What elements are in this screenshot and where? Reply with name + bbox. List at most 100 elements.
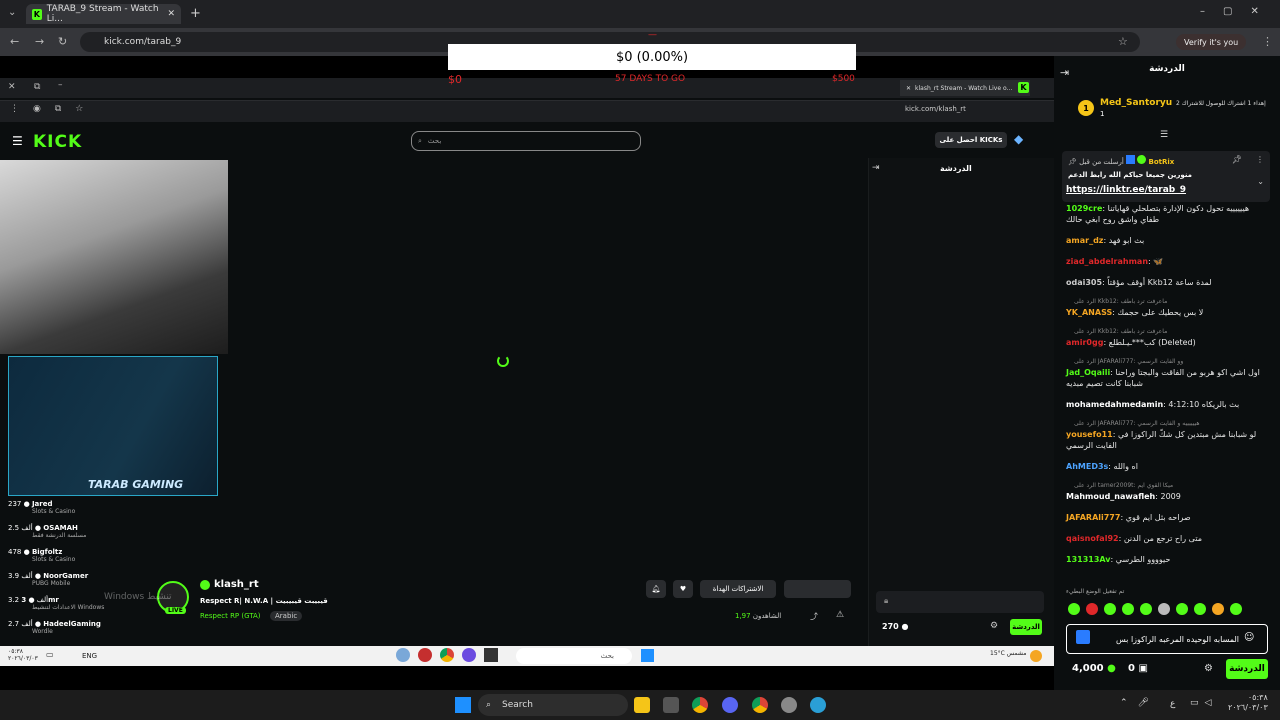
chat-username[interactable]: mohamedahmedamin <box>1066 400 1163 409</box>
chat-username[interactable]: ziad_abdelrahman <box>1066 257 1148 266</box>
inner-tab-close-icon[interactable]: ✕ <box>906 85 911 92</box>
emote-icon[interactable] <box>1140 603 1152 615</box>
right-chat-send-button[interactable]: الدردشة <box>1226 659 1268 679</box>
chat-message[interactable]: JAFARAli777: صراحه بثل ايم قوي <box>1066 512 1266 523</box>
unpin-icon[interactable]: 📌︎ <box>1232 155 1242 164</box>
hamburger-icon[interactable]: ☰ <box>12 134 23 148</box>
chrome-active-icon[interactable] <box>752 697 768 713</box>
store-icon[interactable] <box>663 697 679 713</box>
chat-username[interactable]: qaisnofal92 <box>1066 534 1119 543</box>
emote-icon[interactable] <box>1068 603 1080 615</box>
inner-tray-icons[interactable]: ▭ <box>46 650 58 659</box>
chat-username[interactable]: amir0gg <box>1066 338 1103 347</box>
chat-message[interactable]: amir0gg: كب***ـيـلطلع (Deleted) <box>1066 337 1266 348</box>
inner-nav-icons[interactable]: ⋮◉⧉☆ <box>10 104 97 114</box>
start-menu-icon[interactable] <box>455 697 471 713</box>
chat-username[interactable]: 1029cre <box>1066 204 1102 213</box>
file-explorer-icon[interactable] <box>634 697 650 713</box>
window-controls[interactable]: –▢✕ <box>1200 6 1277 17</box>
pinned-link[interactable]: https://linktr.ee/tarab_9 <box>1066 185 1186 195</box>
verify-button[interactable]: Verify it's you <box>1176 34 1247 50</box>
report-icon[interactable]: ⚠ <box>836 610 844 620</box>
inner-url-field[interactable]: kick.com/klash_rt <box>905 105 966 113</box>
gift-subs-button[interactable]: الاشتراكات الهداة <box>700 580 776 598</box>
streamer-name[interactable]: klash_rt <box>214 579 259 590</box>
emoji-picker-icon[interactable]: ☺ <box>1244 632 1254 643</box>
chat-filter-icon[interactable]: ☰ <box>1160 130 1168 140</box>
chat-message[interactable]: ziad_abdelrahman: 🦋 <box>1066 256 1266 267</box>
chat-message[interactable]: 1029cre: هييييييه تحول دكون الإدارة بتصل… <box>1066 203 1266 225</box>
notification-bell-button[interactable]: 🔔︎ <box>646 580 666 598</box>
expand-chevron-icon[interactable]: ⌄ <box>1257 177 1264 186</box>
emote-icon[interactable] <box>1158 603 1170 615</box>
app-icon[interactable] <box>418 648 432 662</box>
inner-restore-icon[interactable]: ⧉ <box>34 82 40 92</box>
share-icon[interactable]: ⤴ <box>810 611 818 622</box>
inner-chat-send-button[interactable]: الدردشة <box>1010 619 1042 635</box>
forward-icon[interactable]: → <box>35 35 44 48</box>
network-volume-icons[interactable]: ▭◁ <box>1190 698 1217 708</box>
emote-icon[interactable] <box>1176 603 1188 615</box>
right-chat-settings-icon[interactable]: ⚙ <box>1204 663 1213 674</box>
chat-username[interactable]: yousefo11 <box>1066 430 1113 439</box>
chat-message[interactable]: 131313Av: حيوووو الطرسي <box>1066 554 1266 565</box>
settings-app-icon[interactable] <box>781 697 797 713</box>
input-bot-icon[interactable] <box>1076 630 1090 644</box>
windows-start-icon[interactable] <box>641 649 654 662</box>
inner-taskbar-search[interactable]: بحث <box>516 648 632 664</box>
emote-icon[interactable] <box>1104 603 1116 615</box>
chat-message[interactable]: mohamedahmedamin: بث بالريكاه 4:12:10 <box>1066 399 1266 410</box>
kick-logo[interactable]: KICK <box>33 132 82 152</box>
inner-tab[interactable]: ✕ klash_rt Stream - Watch Live o... <box>900 80 1030 96</box>
emote-icon[interactable] <box>1212 603 1224 615</box>
inner-chat-input[interactable]: 🔒︎ <box>876 591 1044 613</box>
language-tag[interactable]: Arabic <box>270 611 303 621</box>
get-kicks-button[interactable]: احصل على KICKs <box>935 132 1007 148</box>
chrome-icon[interactable] <box>440 648 454 662</box>
taskbar-clock[interactable]: ٠٥:٣٨ ٢٠٢٦/٠٣/٠٣ <box>1228 693 1268 713</box>
app-icon[interactable] <box>484 648 498 662</box>
taskbar-search[interactable]: ⌕ Search <box>478 694 628 716</box>
chat-message[interactable]: Mahmoud_nawafleh: 2009 <box>1066 491 1266 502</box>
inner-chat-settings-icon[interactable]: ⚙ <box>990 621 998 631</box>
discord-icon[interactable] <box>722 697 738 713</box>
leaderboard-row[interactable]: 478 ● Bigfoltz Slots & Casino <box>8 548 143 563</box>
emote-icon[interactable] <box>1194 603 1206 615</box>
tray-icons[interactable]: ⌃🎤︎ <box>1120 698 1159 708</box>
emote-icon[interactable] <box>1230 603 1242 615</box>
chat-username[interactable]: YK_ANASS <box>1066 308 1112 317</box>
inner-chat-collapse-icon[interactable]: ⇥ <box>872 163 880 173</box>
reload-icon[interactable]: ↻ <box>58 35 67 48</box>
chat-message[interactable]: amar_dz: بث ابو فهد <box>1066 235 1266 246</box>
leaderboard-row[interactable]: 3.9 ألف ● NoorGamer PUBG Mobile <box>8 572 143 587</box>
taskbar-lang[interactable]: ع <box>1170 699 1175 709</box>
app-icon[interactable] <box>462 648 476 662</box>
emote-icon[interactable] <box>1122 603 1134 615</box>
chat-message[interactable]: AhMED3s: اه والله <box>1066 461 1266 472</box>
app-icon[interactable] <box>396 648 410 662</box>
leaderboard-row[interactable]: 2.5 ألف ● OSAMAH مسلسة الدرنشة فقط <box>8 524 143 539</box>
leaderboard-row[interactable]: 237 ● Jared Slots & Casino <box>8 500 143 515</box>
tab-search-icon[interactable]: ⌄ <box>8 7 16 18</box>
inner-close-icon[interactable]: ✕ <box>8 82 16 92</box>
emote-icon[interactable] <box>1086 603 1098 615</box>
new-tab-icon[interactable]: + <box>190 6 201 21</box>
chat-username[interactable]: JAFARAli777 <box>1066 513 1120 522</box>
chat-username[interactable]: amar_dz <box>1066 236 1103 245</box>
follow-heart-button[interactable]: ♥ <box>673 580 693 598</box>
right-chat-input[interactable]: المسابه الوحيده المرعبه الراكوزا بس <box>1066 624 1268 654</box>
chat-username[interactable]: odai305 <box>1066 278 1102 287</box>
chat-message[interactable]: YK_ANASS: لا بس يحطيك على حجمك <box>1066 307 1266 318</box>
kick-search-input[interactable]: ⌕ بحث <box>411 131 641 151</box>
chat-username[interactable]: Jad_Oqaili <box>1066 368 1110 377</box>
chat-message[interactable]: qaisnofal92: متى راح ترجع من الدنن <box>1066 533 1266 544</box>
subscribe-button[interactable] <box>784 580 851 598</box>
back-icon[interactable]: ← <box>10 35 19 48</box>
inner-lang[interactable]: ENG <box>82 652 97 660</box>
menu-dots-icon[interactable]: ⋮ <box>1262 35 1273 48</box>
stream-category[interactable]: Respect RP (GTA) <box>200 612 261 620</box>
quick-emotes-row[interactable] <box>1068 603 1268 617</box>
chat-message[interactable]: yousefo11: لو شبابنا مش مبتدين كل شكّ ال… <box>1066 429 1266 451</box>
inner-taskbar-apps[interactable] <box>396 648 498 662</box>
chrome-icon[interactable] <box>692 697 708 713</box>
